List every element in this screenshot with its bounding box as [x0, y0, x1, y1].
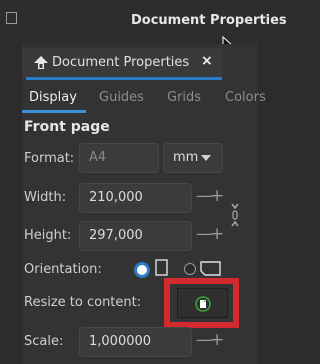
active-tab-indicator — [22, 110, 86, 113]
tab-grids[interactable]: Grids — [167, 90, 201, 105]
format-label: Format: — [24, 151, 75, 166]
dock-tab-label: Document Properties — [52, 55, 190, 70]
notebook-tabs: Display Guides Grids Colors — [22, 88, 266, 113]
orientation-label: Orientation: — [24, 262, 102, 277]
scale-increment-button[interactable]: + — [210, 330, 224, 350]
height-value: 297,000 — [89, 228, 143, 243]
resize-to-content-icon — [195, 296, 211, 312]
width-value: 210,000 — [89, 190, 143, 205]
unit-value: mm — [173, 150, 199, 165]
width-label: Width: — [24, 190, 67, 205]
portrait-radio[interactable] — [134, 262, 150, 278]
scale-value: 1,000000 — [89, 334, 152, 349]
unit-select[interactable]: mm — [163, 143, 223, 173]
resize-to-content-button[interactable] — [177, 288, 228, 318]
height-input[interactable]: 297,000 — [79, 221, 192, 251]
window-square-icon — [6, 12, 17, 24]
window-title: Document Properties — [131, 13, 287, 28]
dock-tab-document-properties[interactable]: Document Properties × — [22, 48, 222, 78]
landscape-page-icon — [200, 261, 221, 276]
portrait-page-icon — [155, 259, 168, 276]
tab-display[interactable]: Display — [29, 90, 77, 105]
width-increment-button[interactable]: + — [210, 186, 224, 206]
window-titlebar: Document Properties — [0, 0, 287, 44]
chevron-down-icon — [201, 155, 211, 161]
document-properties-icon — [34, 56, 48, 69]
scale-input[interactable]: 1,000000 — [79, 327, 192, 357]
height-increment-button[interactable]: + — [210, 224, 224, 244]
format-select[interactable]: A4 — [79, 143, 159, 173]
section-title: Front page — [24, 119, 110, 135]
format-value: A4 — [89, 150, 107, 165]
height-label: Height: — [24, 228, 72, 243]
link-aspect-ratio-icon[interactable] — [230, 202, 240, 228]
landscape-radio[interactable] — [184, 263, 196, 275]
tab-colors[interactable]: Colors — [225, 90, 266, 105]
dock-tab-indicator — [26, 77, 222, 80]
width-input[interactable]: 210,000 — [79, 183, 192, 213]
resize-label: Resize to content: — [24, 295, 142, 310]
scale-label: Scale: — [24, 334, 64, 349]
tab-guides[interactable]: Guides — [99, 90, 144, 105]
close-icon[interactable]: × — [201, 53, 213, 69]
